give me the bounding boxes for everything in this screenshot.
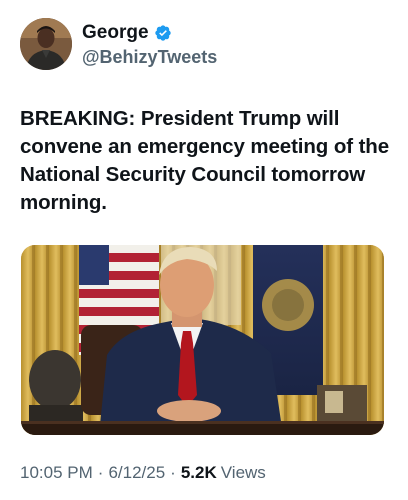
tweet-date[interactable]: 6/12/25 — [108, 463, 165, 483]
tweet-header: George @BehizyTweets — [20, 18, 217, 70]
avatar[interactable] — [20, 18, 72, 70]
tweet-time[interactable]: 10:05 PM — [20, 463, 93, 483]
tweet-photo[interactable] — [21, 245, 384, 435]
display-name[interactable]: George — [82, 22, 149, 44]
tweet-meta: 10:05 PM · 6/12/25 · 5.2K Views — [20, 463, 266, 483]
handle[interactable]: @BehizyTweets — [82, 47, 217, 68]
meta-separator: · — [97, 463, 104, 482]
views-count: 5.2K — [180, 463, 217, 482]
views-label: Views — [220, 463, 266, 482]
tweet-text: BREAKING: President Trump will convene a… — [20, 107, 390, 214]
verified-badge-icon — [154, 24, 172, 42]
meta-separator: · — [170, 463, 176, 482]
